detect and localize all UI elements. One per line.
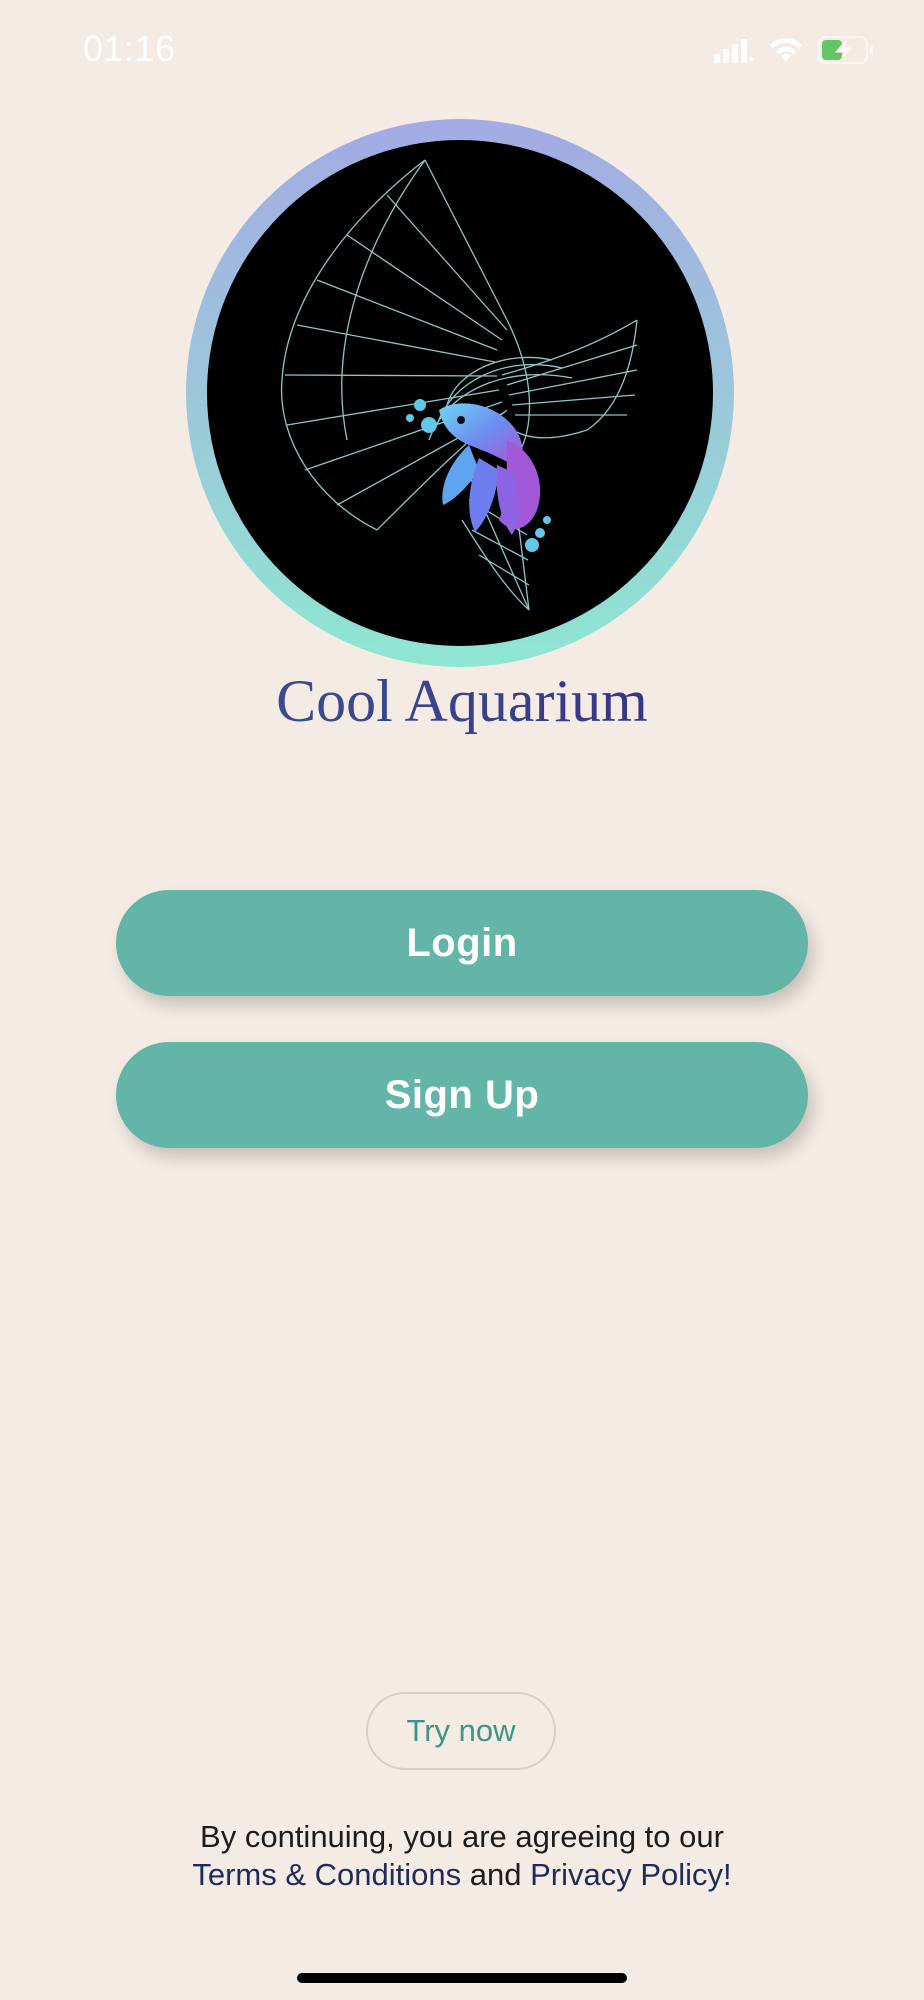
legal-notice: By continuing, you are agreeing to our T… (0, 1818, 924, 1894)
sign-up-button[interactable]: Sign Up (116, 1042, 808, 1148)
status-time: 01:16 (83, 28, 176, 69)
logo-disk (207, 140, 713, 646)
app-logo (186, 119, 734, 667)
legal-links-line: Terms & Conditions and Privacy Policy! (0, 1856, 924, 1894)
home-indicator[interactable] (297, 1973, 627, 1983)
cellular-signal-icon (714, 39, 753, 63)
legal-prefix: By continuing, you are agreeing to our (200, 1819, 724, 1854)
wifi-icon (770, 38, 802, 62)
terms-link[interactable]: Terms & Conditions (192, 1857, 461, 1892)
login-button[interactable]: Login (116, 890, 808, 996)
legal-joiner: and (469, 1857, 522, 1892)
battery-charging-icon (818, 36, 873, 64)
app-title: Cool Aquarium (0, 665, 924, 737)
status-bar: 01:16 (0, 0, 924, 100)
betta-fish-logo-icon (280, 159, 638, 611)
status-icons (714, 32, 874, 68)
try-now-button[interactable]: Try now (366, 1692, 556, 1770)
privacy-policy-link[interactable]: Privacy Policy! (530, 1857, 732, 1892)
